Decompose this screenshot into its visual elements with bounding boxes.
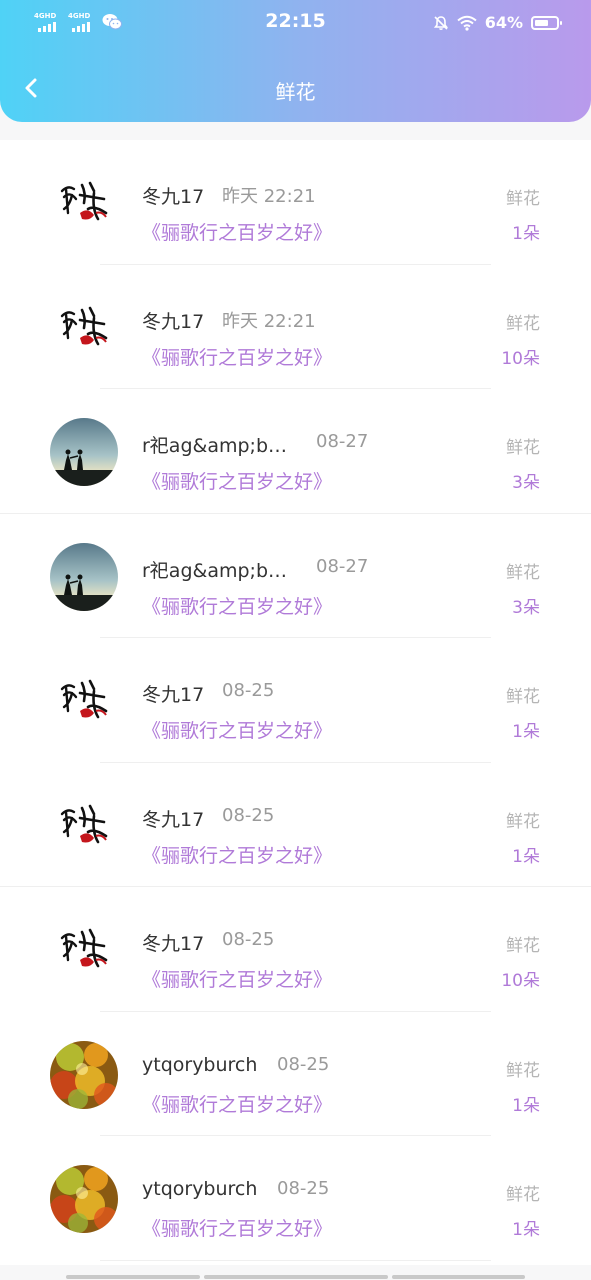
book-title-link[interactable]: 《骊歌行之百岁之好》 (142, 343, 332, 370)
list-item[interactable]: r祀ag&amp;b… 08-27 《骊歌行之百岁之好》 鲜花 3朵 (0, 514, 591, 638)
avatar[interactable] (50, 1040, 118, 1109)
gift-type: 鲜花 (506, 1060, 540, 1081)
book-title-link[interactable]: 《骊歌行之百岁之好》 (142, 592, 332, 619)
book-title-link[interactable]: 《骊歌行之百岁之好》 (142, 467, 332, 494)
book-title-link[interactable]: 《骊歌行之百岁之好》 (142, 218, 332, 245)
avatar[interactable] (50, 418, 118, 486)
gift-count: 3朵 (512, 597, 540, 618)
gift-count: 1朵 (512, 224, 540, 244)
gift-type: 鲜花 (506, 811, 540, 832)
app-header: 4GHD 4GHD 22:15 64% 鲜花 (0, 0, 591, 122)
battery-icon (531, 15, 562, 30)
bokeh-avatar-image (50, 1040, 118, 1109)
gift-time: 08-25 (277, 1178, 330, 1199)
book-title-link[interactable]: 《骊歌行之百岁之好》 (142, 965, 332, 992)
user-name[interactable]: 冬九17 (142, 182, 204, 209)
list-item[interactable]: 冬九17 08-25 《骊歌行之百岁之好》 鲜花 1朵 (0, 763, 591, 887)
gift-time: 08-25 (277, 1053, 330, 1075)
page-title: 鲜花 (275, 80, 316, 104)
book-title-link[interactable]: 《骊歌行之百岁之好》 (142, 1214, 332, 1241)
divider (100, 1259, 491, 1261)
gift-type: 鲜花 (506, 562, 540, 583)
avatar[interactable] (50, 169, 118, 237)
user-name[interactable]: ytqoryburch (142, 1178, 257, 1200)
user-name[interactable]: r祀ag&amp;b… (142, 556, 287, 583)
calligraphy-avatar-image (50, 791, 118, 860)
gift-type: 鲜花 (506, 313, 540, 334)
gift-type: 鲜花 (506, 1185, 540, 1205)
user-name[interactable]: ytqoryburch (142, 1054, 257, 1076)
avatar[interactable] (50, 293, 118, 362)
scroll-indicator (66, 1275, 525, 1279)
gift-count: 1朵 (512, 846, 540, 867)
gift-count: 1朵 (512, 722, 540, 742)
bokeh-avatar-image (50, 1165, 118, 1233)
book-title-link[interactable]: 《骊歌行之百岁之好》 (142, 716, 332, 743)
avatar[interactable] (50, 1165, 118, 1233)
user-name[interactable]: 冬九17 (142, 307, 204, 334)
user-name[interactable]: 冬九17 (142, 680, 204, 707)
gift-count: 10朵 (501, 348, 540, 369)
book-title-link[interactable]: 《骊歌行之百岁之好》 (142, 841, 332, 868)
list-item[interactable]: r祀ag&amp;b… 08-27 《骊歌行之百岁之好》 鲜花 3朵 (0, 389, 591, 514)
gift-type: 鲜花 (506, 189, 540, 209)
gift-time: 昨天 22:21 (222, 186, 316, 207)
avatar[interactable] (50, 916, 118, 984)
avatar[interactable] (50, 791, 118, 860)
list-item[interactable]: ytqoryburch 08-25 《骊歌行之百岁之好》 鲜花 1朵 (0, 1012, 591, 1136)
gift-type: 鲜花 (506, 438, 540, 458)
calligraphy-avatar-image (50, 667, 118, 735)
list-item[interactable]: 冬九17 昨天 22:21 《骊歌行之百岁之好》 鲜花 1朵 (0, 140, 591, 265)
gift-type: 鲜花 (506, 936, 540, 956)
wifi-icon (457, 15, 477, 31)
calligraphy-avatar-image (50, 916, 118, 984)
gift-count: 1朵 (512, 1220, 540, 1240)
battery-percent: 64% (484, 13, 523, 32)
couple-avatar-image (50, 418, 118, 486)
gift-time: 08-25 (222, 680, 275, 701)
gift-time: 08-27 (316, 555, 369, 577)
status-right: 64% (433, 13, 562, 32)
list-item[interactable]: ytqoryburch 08-25 《骊歌行之百岁之好》 鲜花 1朵 (0, 1136, 591, 1261)
gift-count: 1朵 (512, 1095, 540, 1116)
user-name[interactable]: 冬九17 (142, 929, 204, 956)
mute-bell-icon (433, 15, 448, 30)
user-name[interactable]: 冬九17 (142, 805, 204, 832)
user-name[interactable]: r祀ag&amp;b… (142, 431, 287, 458)
avatar[interactable] (50, 542, 118, 611)
book-title-link[interactable]: 《骊歌行之百岁之好》 (142, 1090, 332, 1117)
gift-time: 08-25 (222, 804, 275, 826)
gift-count: 10朵 (501, 971, 540, 991)
calligraphy-avatar-image (50, 169, 118, 237)
gift-time: 08-27 (316, 431, 369, 452)
list-item[interactable]: 冬九17 昨天 22:21 《骊歌行之百岁之好》 鲜花 10朵 (0, 265, 591, 389)
couple-avatar-image (50, 542, 118, 611)
calligraphy-avatar-image (50, 293, 118, 362)
status-bar: 4GHD 4GHD 22:15 64% (0, 0, 591, 46)
gift-time: 08-25 (222, 929, 275, 950)
gift-count: 3朵 (512, 473, 540, 493)
flower-gift-list: 冬九17 昨天 22:21 《骊歌行之百岁之好》 鲜花 1朵 冬九17 昨天 2… (0, 140, 591, 1265)
gift-type: 鲜花 (506, 687, 540, 707)
avatar[interactable] (50, 667, 118, 735)
list-item[interactable]: 冬九17 08-25 《骊歌行之百岁之好》 鲜花 1朵 (0, 638, 591, 763)
gift-time: 昨天 22:21 (222, 310, 316, 332)
list-item[interactable]: 冬九17 08-25 《骊歌行之百岁之好》 鲜花 10朵 (0, 887, 591, 1012)
